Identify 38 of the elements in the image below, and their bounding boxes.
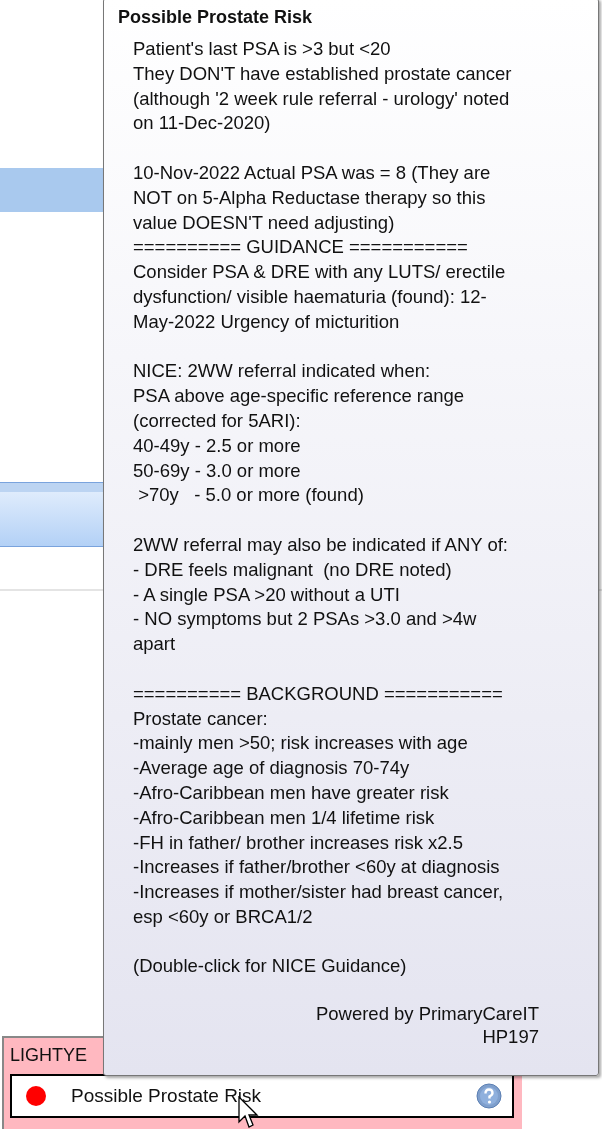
tooltip-text: -FH in father/ brother increases risk x2.5 [133, 830, 465, 855]
tooltip-text: -mainly men >50; risk increases with age [133, 731, 469, 756]
tooltip-text: value DOESN'T need adjusting) [133, 210, 396, 235]
tooltip-text: They DON'T have established prostate cancer [133, 61, 513, 86]
tooltip-text: -Afro-Caribbean men have greater risk [133, 780, 450, 805]
tooltip-text: Prostate cancer: [133, 706, 269, 731]
tooltip-text: Patient's last PSA is >3 but <20 [133, 37, 392, 61]
tooltip-text: >70y - 5.0 or more (found) [137, 483, 365, 508]
tooltip-text: PSA above age-specific reference range [133, 384, 466, 409]
tooltip-text: 40-49y - 2.5 or more [133, 433, 302, 458]
tooltip-text: NOT on 5-Alpha Reductase therapy so this [133, 185, 487, 210]
tooltip-text: - NO symptoms but 2 PSAs >3.0 and >4w [133, 607, 478, 632]
tooltip-text: (although '2 week rule referral - urology' noted [133, 86, 511, 111]
tooltip-text: esp <60y or BRCA1/2 [133, 904, 314, 929]
tooltip-text: 10-Nov-2022 Actual PSA was = 8 (They are [133, 161, 492, 185]
tooltip-text: ========== GUIDANCE =========== [133, 235, 469, 260]
tooltip-text: (corrected for 5ARI): [133, 408, 302, 433]
tooltip-text: dysfunction/ visible haematuria (found): 12- [133, 284, 488, 309]
tooltip-text: -Afro-Caribbean men 1/4 lifetime risk [133, 805, 436, 830]
footer-text: Powered by PrimaryCareIT [314, 1002, 539, 1026]
tooltip-text: ========== BACKGROUND =========== [133, 681, 504, 706]
tooltip-text: -Increases if mother/sister had breast cancer, [133, 880, 505, 905]
tooltip-text: 2WW referral may also be indicated if ANY of: [133, 532, 509, 557]
tooltip-title: Possible Prostate Risk [118, 6, 314, 29]
tooltip-text: on 11-Dec-2020) [133, 111, 272, 136]
tooltip-text: -Increases if father/brother <60y at diagnosis [133, 855, 501, 880]
tooltip-text: 50-69y - 3.0 or more [133, 458, 302, 483]
tooltip-text: apart [133, 632, 177, 657]
tooltip-text: (Double-click for NICE Guidance) [133, 954, 408, 979]
tooltip-text: -Average age of diagnosis 70-74y [133, 756, 411, 781]
tooltip-text: - A single PSA >20 without a UTI [133, 582, 401, 607]
help-icon[interactable] [476, 1083, 502, 1109]
tooltip-text: May-2022 Urgency of micturition [133, 309, 401, 334]
tooltip-text: - DRE feels malignant (no DRE noted) [133, 557, 453, 582]
panel-title: LIGHTYE [10, 1044, 89, 1066]
tooltip-text: Consider PSA & DRE with any LUTS/ erectile [133, 260, 507, 285]
tooltip-text: NICE: 2WW referral indicated when: [133, 359, 432, 384]
footer-text: HP197 [481, 1025, 539, 1049]
